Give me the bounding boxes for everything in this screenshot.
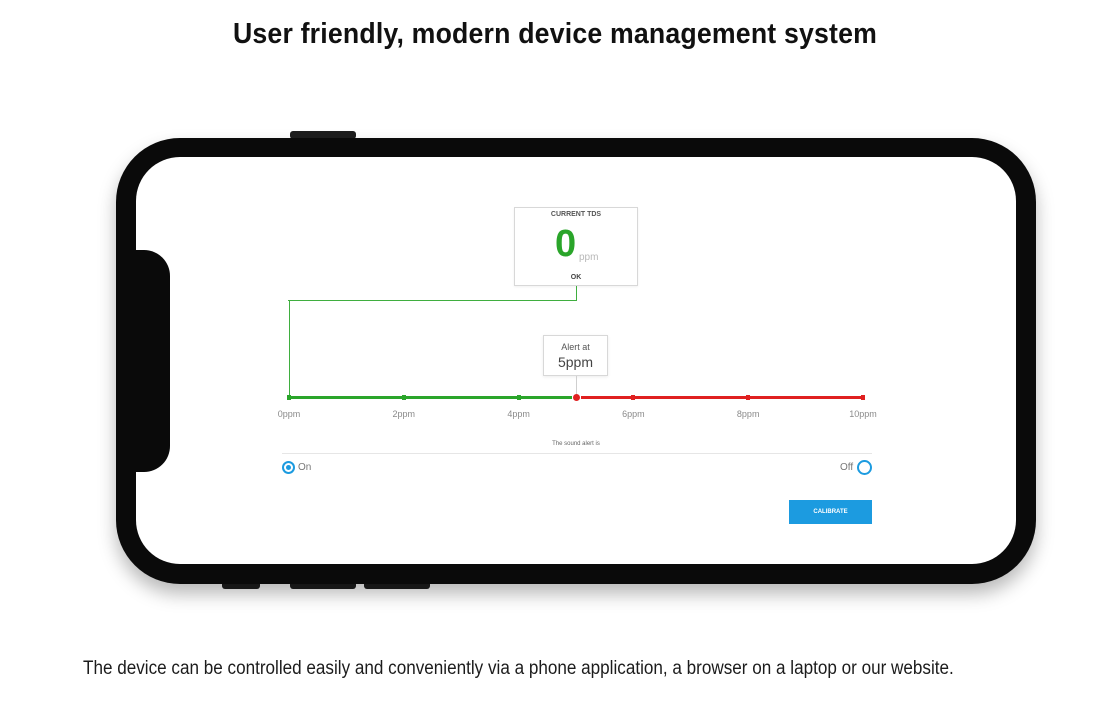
- sound-alert-divider: [282, 453, 872, 454]
- scale-tick: [287, 395, 291, 400]
- scale-tick: [861, 395, 865, 400]
- tds-value: 0: [555, 223, 577, 265]
- scale-tick-label: 10ppm: [849, 409, 877, 419]
- calibrate-button[interactable]: CALIBRATE: [789, 500, 872, 524]
- scale-alert-segment: [581, 396, 863, 399]
- scale-threshold-marker: [573, 394, 580, 401]
- connector-vertical-scale: [289, 300, 290, 396]
- scale-tick-label: 6ppm: [622, 409, 645, 419]
- scale-tick-label: 2ppm: [392, 409, 416, 419]
- scale-tick-label: 8ppm: [736, 409, 760, 419]
- alert-label: Alert at: [561, 342, 590, 352]
- connector-vertical-card: [576, 286, 577, 301]
- sound-alert-title: The sound alert is: [552, 441, 600, 447]
- alert-threshold-box: Alert at 5ppm: [543, 335, 608, 376]
- tds-unit: ppm: [579, 252, 599, 263]
- scale-tick: [631, 395, 636, 400]
- tds-label: CURRENT TDS: [550, 211, 602, 218]
- phone-notch: [130, 250, 170, 472]
- alert-stem: [576, 376, 577, 395]
- sound-on-radio[interactable]: [282, 461, 295, 474]
- scale-tick-label: 0ppm: [277, 409, 301, 419]
- sound-on-label[interactable]: On: [298, 462, 311, 473]
- alert-value: 5ppm: [557, 354, 594, 370]
- sound-off-radio[interactable]: [857, 460, 872, 475]
- page-title: User friendly, modern device management …: [232, 18, 878, 50]
- connector-horizontal: [288, 300, 577, 301]
- radio-selected-dot: [286, 465, 291, 470]
- current-tds-card: CURRENT TDS 0 ppm OK: [514, 207, 638, 286]
- sound-off-label[interactable]: Off: [840, 462, 853, 473]
- tds-status: OK: [570, 274, 582, 281]
- scale-tick: [516, 395, 521, 400]
- scale-tick-label: 4ppm: [507, 409, 530, 419]
- page-description: The device can be controlled easily and …: [83, 658, 954, 679]
- scale-ok-segment: [289, 396, 572, 399]
- scale-tick: [401, 395, 406, 400]
- scale-tick: [746, 395, 751, 400]
